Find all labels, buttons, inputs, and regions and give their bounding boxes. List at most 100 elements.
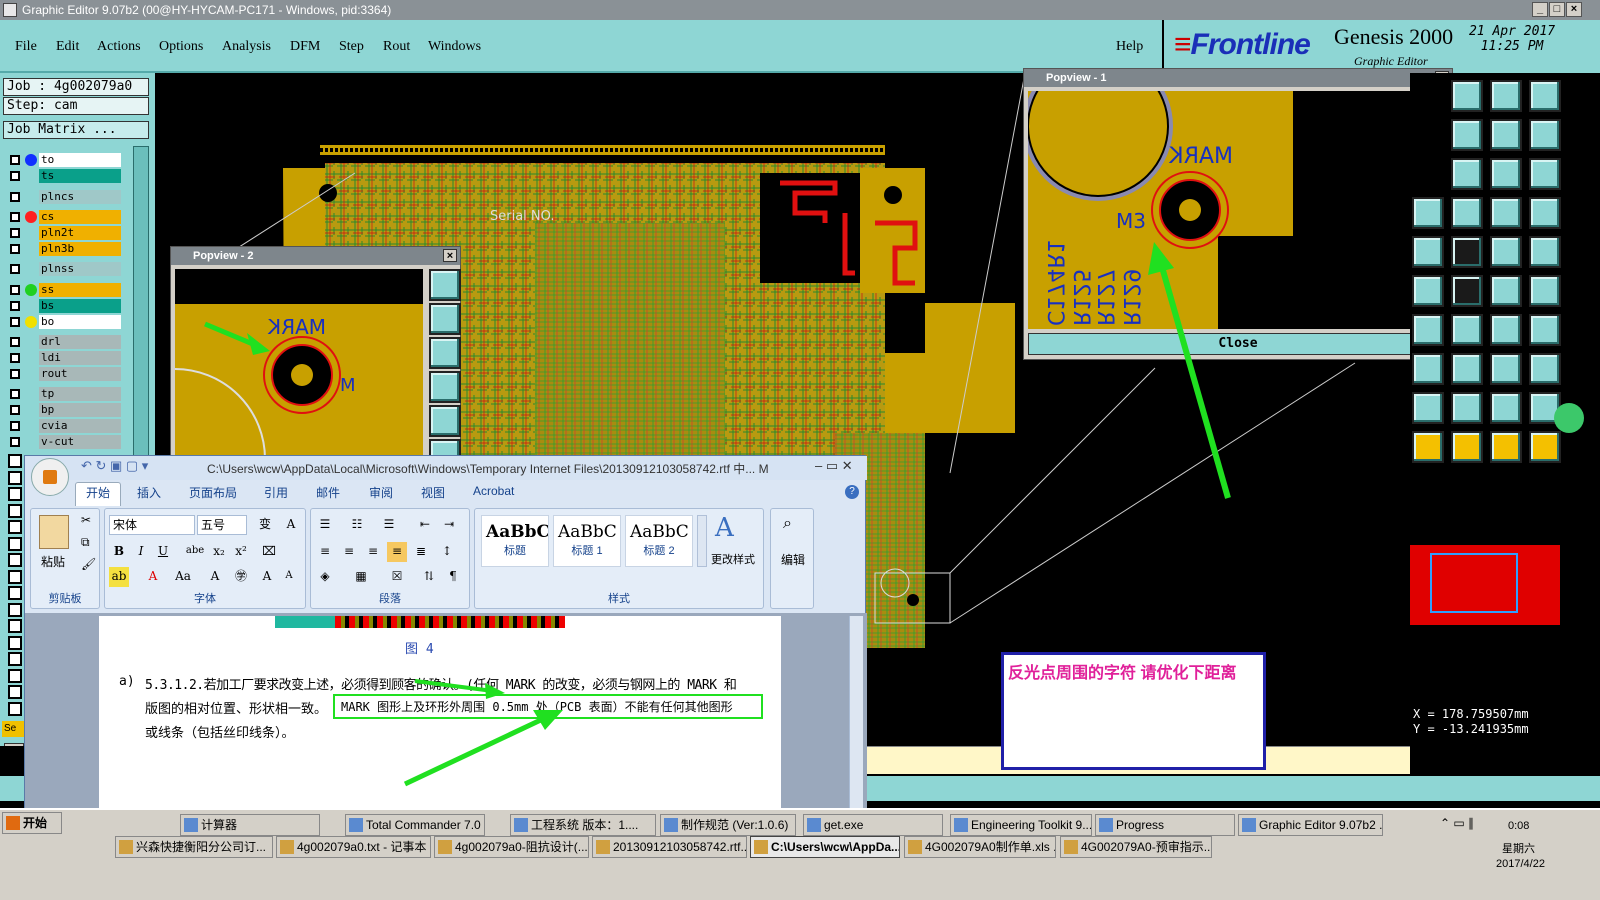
home-icon[interactable] <box>1490 392 1522 424</box>
popview-2-close-icon[interactable]: × <box>443 249 457 262</box>
styles-scroll[interactable] <box>697 515 707 567</box>
layer-row-drl[interactable]: drl <box>7 335 122 349</box>
taskbar-item[interactable]: Engineering Toolkit 9.... <box>950 814 1092 836</box>
save-view-icon[interactable] <box>1451 80 1483 112</box>
sort-icon[interactable]: ⇅ <box>419 567 439 587</box>
layer-name[interactable]: cs <box>39 210 121 224</box>
triangle2-icon[interactable] <box>1412 353 1444 385</box>
tab-view[interactable]: 视图 <box>421 484 445 501</box>
phonetic-icon[interactable]: 变 <box>255 515 275 535</box>
maximize-button[interactable]: □ <box>1549 2 1565 17</box>
shrink-font-icon[interactable]: A <box>279 567 299 587</box>
empty-layer-checkbox[interactable] <box>8 602 22 617</box>
taskbar-item[interactable]: 20130912103058742.rtf... <box>592 836 747 858</box>
style-heading-2[interactable]: AaBbC 标题 2 <box>625 515 693 567</box>
layer-row-rout[interactable]: rout <box>7 367 122 381</box>
borders-icon[interactable]: ▦ <box>351 567 371 587</box>
highlight-button[interactable]: ab <box>109 567 129 587</box>
taskbar-item[interactable]: 4G002079A0-预审指示... <box>1060 836 1212 858</box>
empty-layer-checkbox[interactable] <box>8 536 22 551</box>
menu-edit[interactable]: Edit <box>56 39 79 55</box>
bullets-icon[interactable]: ☰ <box>315 515 335 535</box>
clear-format-icon[interactable]: ⌧ <box>259 542 279 562</box>
underline-button[interactable]: U <box>153 542 173 562</box>
taskbar-item[interactable]: 4G002079A0制作单.xls ... <box>904 836 1056 858</box>
circle-select-icon[interactable] <box>1451 197 1483 229</box>
tab-home[interactable]: 开始 <box>86 484 110 501</box>
style-heading[interactable]: AaBbC 标题 <box>481 515 549 567</box>
empty-layer-checkbox[interactable] <box>8 668 22 683</box>
layer-row-tp[interactable]: tp <box>7 387 122 401</box>
empty-layer-checkbox[interactable] <box>8 503 22 518</box>
select-button[interactable]: Se <box>2 721 24 737</box>
layer-row-cs[interactable]: cs <box>7 210 122 224</box>
layer-checkbox[interactable] <box>10 389 20 399</box>
clock-time[interactable]: 0:08 <box>1508 820 1529 832</box>
taskbar-item[interactable]: 工程系统 版本：1.... <box>510 814 656 836</box>
layer-name[interactable]: tp <box>39 387 121 401</box>
slash-icon[interactable] <box>1451 275 1483 307</box>
layer-checkbox[interactable] <box>10 369 20 379</box>
menu-options[interactable]: Options <box>159 39 203 55</box>
taskbar-item[interactable]: Graphic Editor 9.07b2 ... <box>1238 814 1383 836</box>
tab-insert[interactable]: 插入 <box>137 484 161 501</box>
tray-icons[interactable]: ⌃ ▭ ∥ <box>1440 816 1474 830</box>
quick-access-toolbar[interactable]: ↶ ↻ ▣ ▢ ▾ <box>81 458 148 474</box>
tab-page-layout[interactable]: 页面布局 <box>189 484 237 501</box>
office-button[interactable] <box>31 458 69 496</box>
layer-checkbox[interactable] <box>10 337 20 347</box>
layer-checkbox[interactable] <box>10 264 20 274</box>
gap-icon[interactable] <box>1451 236 1483 268</box>
taskbar-item[interactable]: get.exe <box>803 814 943 836</box>
menu-help[interactable]: Help <box>1116 39 1143 55</box>
move-icon[interactable] <box>1451 158 1483 190</box>
layer-checkbox[interactable] <box>10 405 20 415</box>
layer-name[interactable]: v-cut <box>39 435 121 449</box>
layer-row-plnss[interactable]: plnss <box>7 262 122 276</box>
menu-rout[interactable]: Rout <box>383 39 410 55</box>
step-icon[interactable] <box>1412 431 1444 463</box>
find-icon[interactable]: ⌕ <box>783 515 792 533</box>
change-case-button[interactable]: Aa <box>173 567 193 587</box>
pad-icon[interactable] <box>1412 314 1444 346</box>
doc-scrollbar[interactable] <box>849 616 863 808</box>
layer-row-to[interactable]: to <box>7 153 122 167</box>
layer-name[interactable]: to <box>39 153 121 167</box>
redraw-icon[interactable] <box>429 405 461 437</box>
job-matrix-button[interactable]: Job Matrix ... <box>3 121 149 139</box>
align-right-icon[interactable]: ≡ <box>363 542 383 562</box>
bold-button[interactable]: B <box>109 542 129 562</box>
layer-checkbox[interactable] <box>10 155 20 165</box>
s-icon[interactable] <box>1490 431 1522 463</box>
save-view-icon[interactable] <box>1451 392 1483 424</box>
change-styles-button[interactable]: 更改样式 <box>711 551 755 567</box>
layer-row-plncs[interactable]: plncs <box>7 190 122 204</box>
layer-row-pln2t[interactable]: pln2t <box>7 226 122 240</box>
empty-layer-checkbox[interactable] <box>8 569 22 584</box>
undo-icon[interactable] <box>1490 275 1522 307</box>
distance-icon[interactable] <box>1490 314 1522 346</box>
layer-checkbox[interactable] <box>10 244 20 254</box>
layer-checkbox[interactable] <box>10 353 20 363</box>
dash-icon[interactable] <box>1451 314 1483 346</box>
italic-button[interactable]: I <box>131 542 151 562</box>
grow-font-icon[interactable]: A <box>257 567 277 587</box>
editing-button[interactable]: 编辑 <box>781 551 805 568</box>
cut-icon[interactable]: ✂ <box>81 513 91 527</box>
pointer-icon[interactable] <box>1490 353 1522 385</box>
empty-layer-checkbox[interactable] <box>8 454 22 468</box>
font-color-button[interactable]: A <box>143 567 163 587</box>
layer-checkbox[interactable] <box>10 301 20 311</box>
layer-name[interactable]: rout <box>39 367 121 381</box>
snap-icon[interactable] <box>1412 275 1444 307</box>
enclose-char-icon[interactable]: ㊫ <box>231 567 251 587</box>
empty-layer-checkbox[interactable] <box>8 553 22 567</box>
strikethrough-button[interactable]: abe <box>185 542 205 562</box>
empty-layer-checkbox[interactable] <box>8 652 22 666</box>
paste-button[interactable]: 粘贴 <box>41 553 65 570</box>
layer-name[interactable]: ldi <box>39 351 121 365</box>
start-button[interactable]: 开始 <box>2 812 62 834</box>
empty-layer-checkbox[interactable] <box>8 685 22 699</box>
taskbar-item[interactable]: 兴森快捷衡阳分公司订... <box>115 836 273 858</box>
empty-layer-checkbox[interactable] <box>8 701 22 716</box>
